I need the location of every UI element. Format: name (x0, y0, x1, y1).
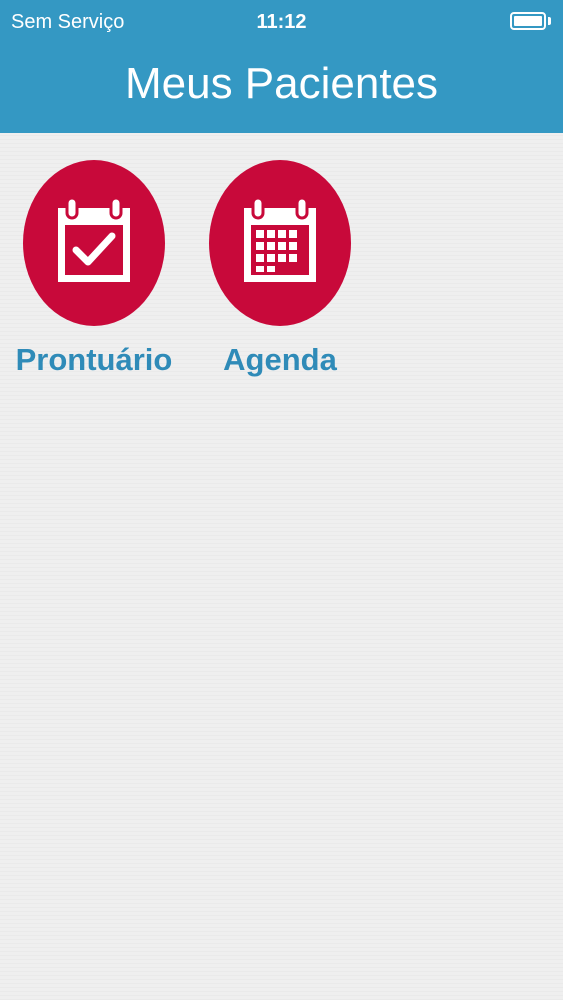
agenda-tile[interactable]: Agenda (195, 160, 365, 378)
status-time: 11:12 (256, 11, 307, 33)
prontuario-circle[interactable] (23, 160, 165, 326)
battery-tip (548, 17, 551, 25)
agenda-label[interactable]: Agenda (195, 342, 365, 378)
app-header: Sem Serviço 11:12 Meus Pacientes (0, 0, 563, 133)
agenda-circle[interactable] (209, 160, 351, 326)
prontuario-label[interactable]: Prontuário (9, 342, 179, 378)
battery-level-fill (514, 16, 542, 26)
status-bar: Sem Serviço 11:12 (0, 0, 563, 42)
page-title: Meus Pacientes (124, 59, 439, 108)
prontuario-tile[interactable]: Prontuário (9, 160, 179, 378)
calendar-grid-icon (244, 196, 316, 282)
battery-icon (510, 12, 546, 30)
calendar-check-icon (58, 196, 130, 282)
